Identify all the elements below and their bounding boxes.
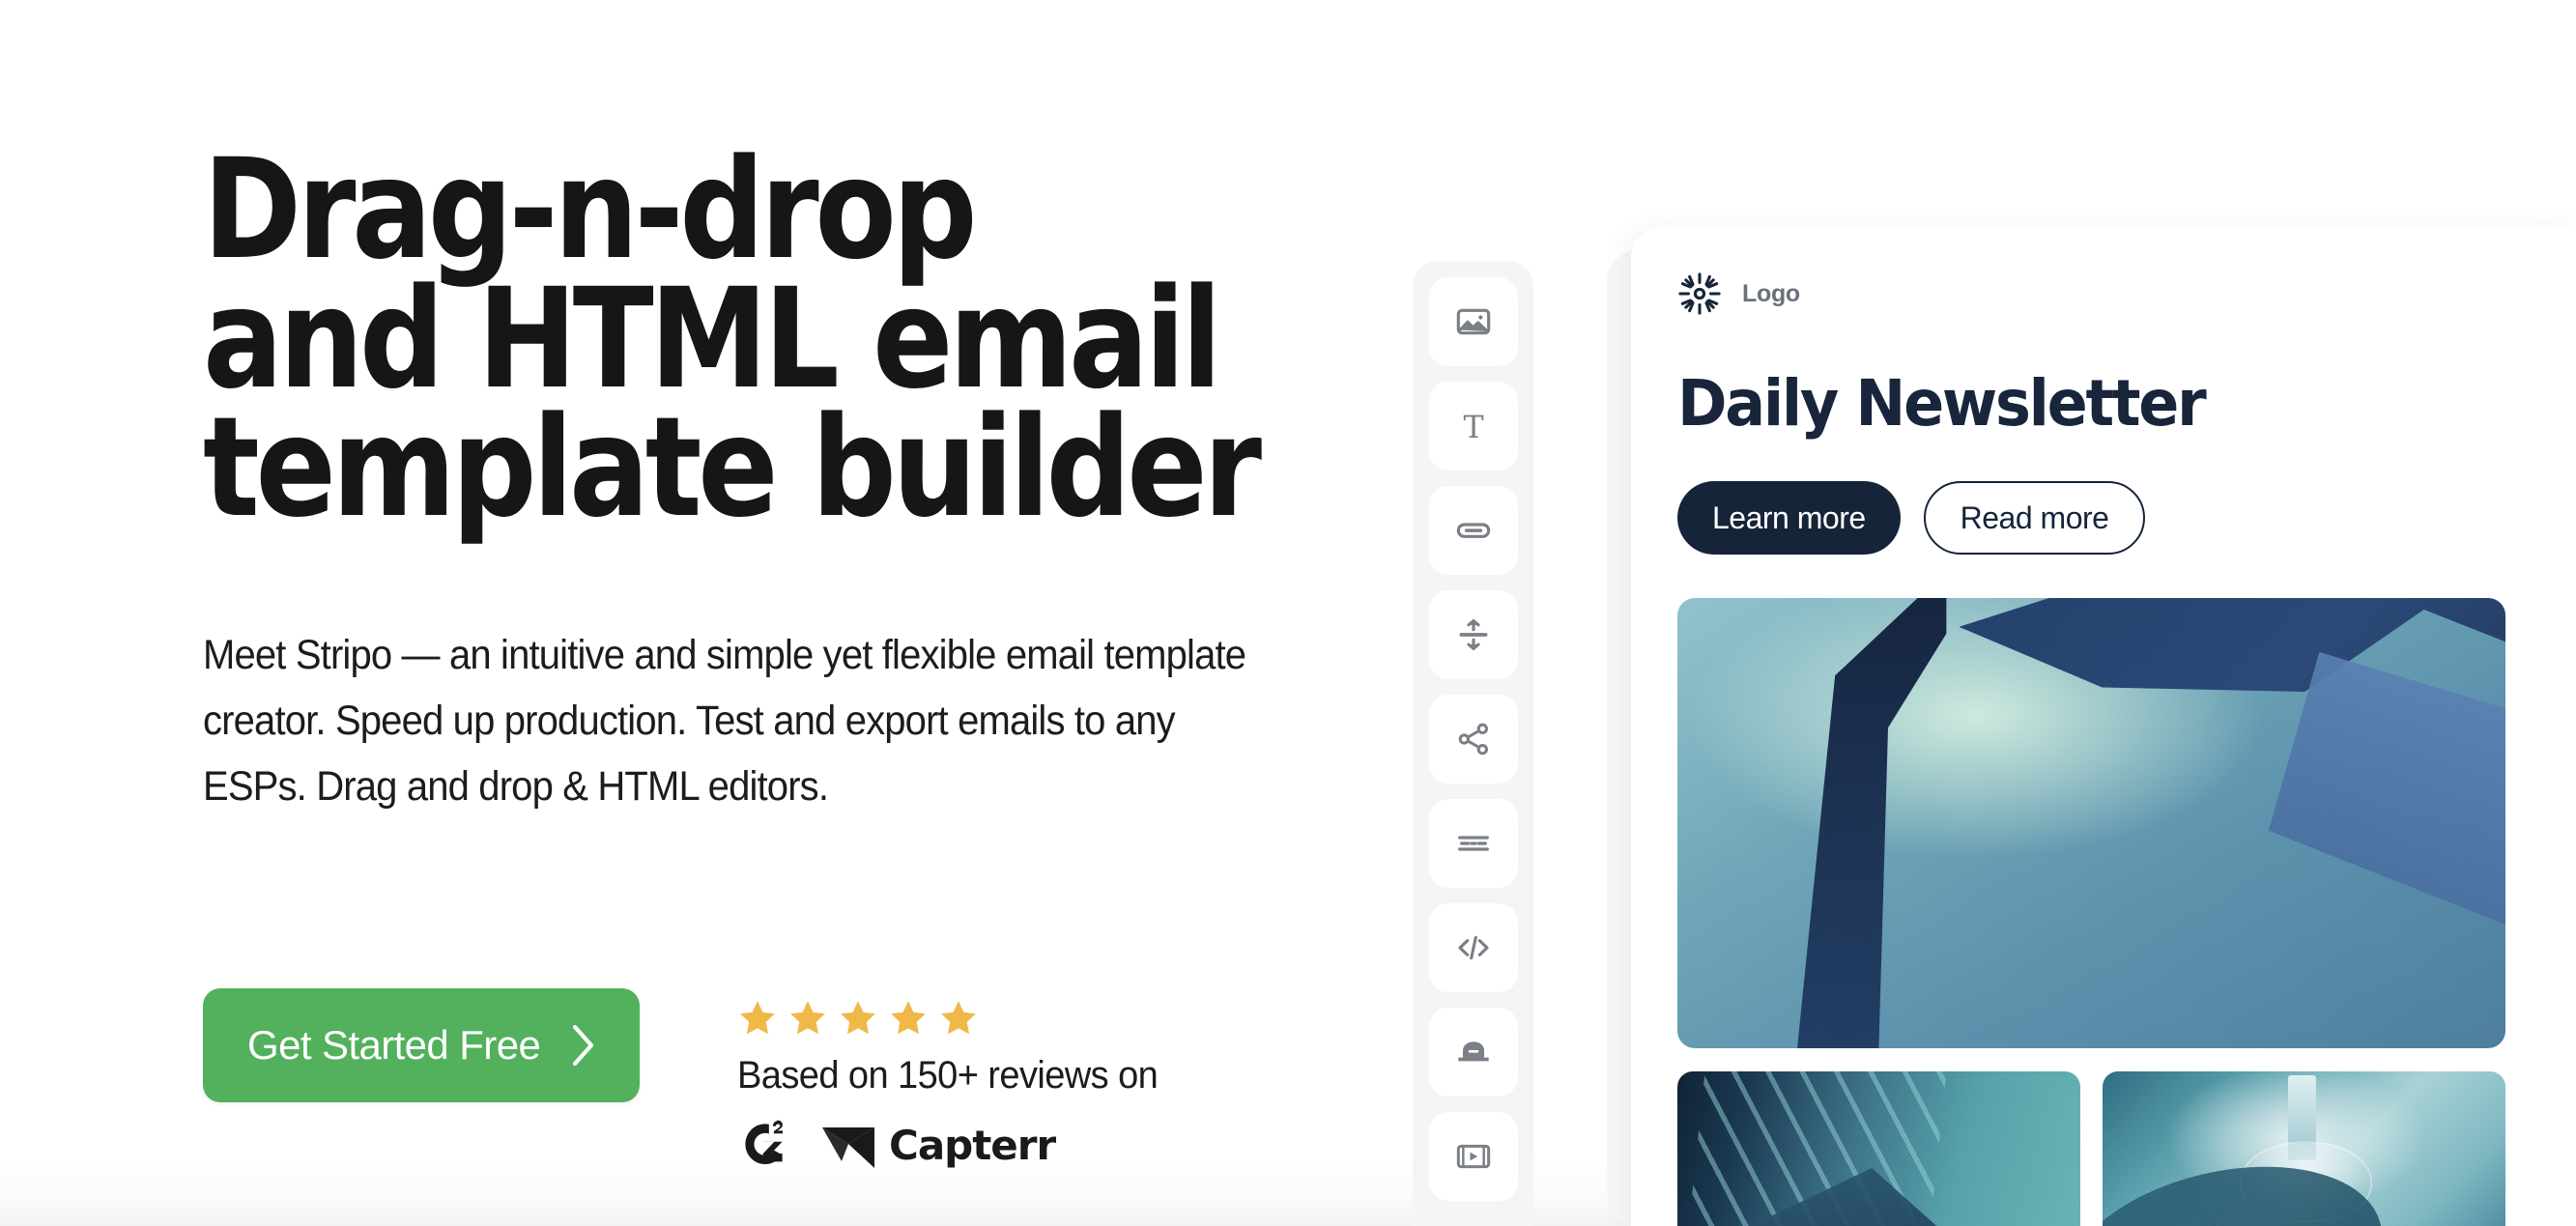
- email-preview-card: Logo Daily Newsletter Learn more Read mo…: [1631, 227, 2576, 1226]
- toolbar-item-text[interactable]: T: [1428, 382, 1518, 470]
- text-icon: T: [1454, 407, 1493, 445]
- email-button-row: Learn more Read more: [1677, 481, 2544, 555]
- star-rating: [737, 998, 1180, 1039]
- email-sub-image-1: [1677, 1071, 2080, 1226]
- read-more-button[interactable]: Read more: [1923, 481, 2146, 555]
- email-sub-image-2: [2103, 1071, 2505, 1226]
- hero-page: Drag-n-drop and HTML email template buil…: [0, 0, 2576, 1226]
- email-sub-image-row: [1677, 1071, 2544, 1226]
- email-brand-row: Logo: [1677, 271, 2544, 316]
- reviews-count-text: Based on 150+ reviews on: [737, 1054, 1159, 1097]
- toolbar-item-button[interactable]: [1428, 486, 1518, 575]
- toolbar-item-banner[interactable]: [1428, 1008, 1518, 1097]
- page-title: Drag-n-drop and HTML email template buil…: [203, 128, 1262, 549]
- hero-subcopy: Meet Stripo — an intuitive and simple ye…: [203, 632, 1246, 810]
- toolbar-item-video[interactable]: [1428, 1112, 1518, 1201]
- email-editor-mockup: T Logo Daily Newsletter Learn more Read …: [1391, 0, 2576, 1226]
- review-badges: Capterra: [737, 1114, 1180, 1172]
- menu-icon: [1454, 824, 1493, 863]
- get-started-free-button[interactable]: Get Started Free: [203, 988, 640, 1102]
- headline-line-1: Drag-n-drop: [203, 128, 978, 290]
- social-share-icon: [1454, 720, 1493, 758]
- banner-icon: [1454, 1033, 1493, 1071]
- headline-line-3: template builder: [203, 386, 1262, 549]
- hero-image-grain: [1677, 598, 2505, 1048]
- star-icon: [838, 998, 878, 1039]
- chevron-right-icon: [568, 1022, 597, 1069]
- cta-label: Get Started Free: [247, 1022, 541, 1068]
- svg-text:T: T: [1463, 411, 1483, 445]
- email-hero-image: [1677, 598, 2505, 1048]
- button-icon: [1454, 511, 1493, 550]
- toolbar-item-menu[interactable]: [1428, 799, 1518, 888]
- toolbar-item-image[interactable]: [1428, 277, 1518, 366]
- editor-toolbar: T: [1413, 261, 1533, 1226]
- g2-logo-icon[interactable]: [737, 1116, 791, 1170]
- html-code-icon: [1454, 928, 1493, 967]
- sub-image-grain: [1677, 1071, 2080, 1226]
- learn-more-button[interactable]: Learn more: [1677, 481, 1901, 555]
- video-icon: [1454, 1137, 1493, 1176]
- email-brand-name: Logo: [1742, 279, 1800, 307]
- star-icon: [737, 998, 778, 1039]
- capterra-logo-icon[interactable]: Capterra: [819, 1114, 1056, 1172]
- reviews-block: Based on 150+ reviews on Capterr: [737, 988, 1180, 1172]
- toolbar-item-html[interactable]: [1428, 903, 1518, 992]
- spacer-icon: [1454, 615, 1493, 654]
- toolbar-item-spacer[interactable]: [1428, 590, 1518, 679]
- star-icon: [888, 998, 929, 1039]
- sub-image-grain: [2103, 1071, 2505, 1226]
- cta-row: Get Started Free Based on 150+ reviews o…: [203, 988, 1180, 1172]
- image-icon: [1454, 302, 1493, 341]
- svg-text:Capterra: Capterra: [889, 1122, 1056, 1169]
- toolbar-item-social[interactable]: [1428, 695, 1518, 784]
- sunburst-logo-icon: [1677, 271, 1722, 316]
- star-icon: [938, 998, 979, 1039]
- hero-copy-block: Drag-n-drop and HTML email template buil…: [203, 128, 1343, 820]
- email-title: Daily Newsletter: [1677, 366, 2207, 441]
- headline-line-2: and HTML email: [203, 257, 1222, 419]
- star-icon: [787, 998, 828, 1039]
